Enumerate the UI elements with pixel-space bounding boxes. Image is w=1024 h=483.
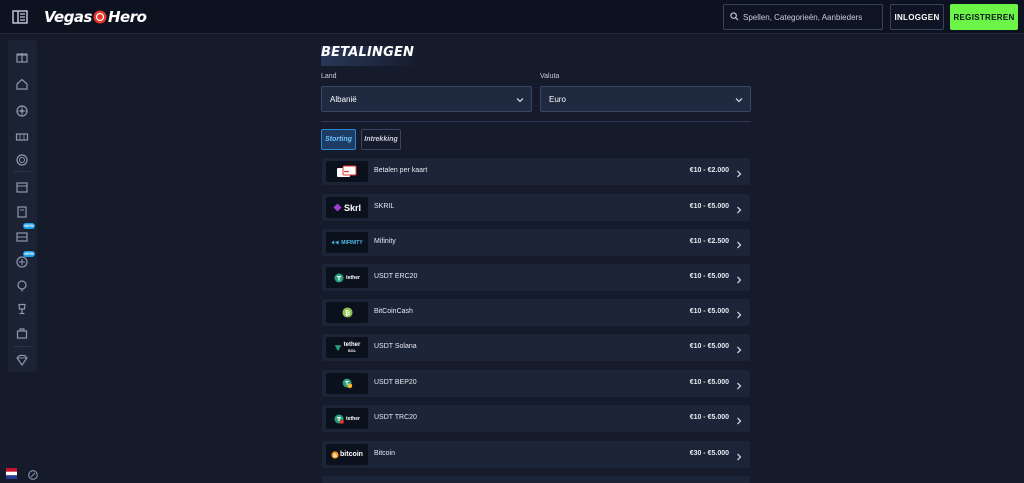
mifinity-logo: MIFINITY [326,232,368,253]
chevron-right-icon [734,307,744,319]
search-input[interactable] [743,12,878,22]
mifinity-wordmark: MIFINITY [341,239,363,246]
cards-icon[interactable] [15,180,29,194]
method-limit: €10 - €5.000 [689,308,729,315]
method-name: BitCoinCash [374,308,413,315]
method-limit: €10 - €2.500 [689,238,729,245]
method-limit: €10 - €5.000 [689,203,729,210]
payment-method-row-partial[interactable] [322,476,750,483]
brand-suffix: Hero [107,8,147,26]
method-limit: €30 - €5.000 [689,450,729,457]
tether-bep20-logo [326,373,368,394]
bitcoin-wordmark: bitcoin [340,451,363,458]
sidebar-divider [14,346,31,347]
payment-method-row[interactable]: USDT BEP20 €10 - €5.000 [322,370,750,397]
currency-value: Euro [549,94,566,104]
top-bar: Vegas Hero INLOGGEN REGISTREREN [0,0,1024,34]
country-label: Land [321,73,337,80]
chevron-down-icon [734,95,744,105]
sol-label: SOL [347,348,357,353]
register-button[interactable]: REGISTREREN [950,4,1018,30]
tether-sol-logo: tether SOL [326,337,368,358]
new-badge: NEW [23,251,35,257]
tether-erc20-logo: tether [326,267,368,288]
method-name: USDT ERC20 [374,273,418,280]
svg-text:₿: ₿ [344,309,349,317]
payment-method-row[interactable]: tether USDT ERC20 €10 - €5.000 [322,264,750,291]
tether-wordmark: tether [346,274,360,281]
tab-withdrawal[interactable]: Intrekking [361,129,401,150]
method-limit: €10 - €5.000 [689,414,729,421]
sidebar-divider [14,171,31,172]
chevron-right-icon [734,378,744,390]
book-icon[interactable] [15,205,29,219]
bitcoincash-logo: ₿ [326,302,368,323]
payment-method-row[interactable]: ₿ bitcoin Bitcoin €30 - €5.000 [322,441,750,468]
home-icon[interactable] [15,77,29,91]
skrill-wordmark: Skrl [343,202,361,213]
chevron-right-icon [734,237,744,249]
trophy-icon[interactable] [15,279,29,293]
new-games-icon[interactable] [15,229,29,243]
method-name: Mifinity [374,238,396,245]
method-name: Betalen per kaart [374,167,428,174]
tab-deposit[interactable]: Storting [321,129,356,150]
search-box[interactable] [723,4,883,30]
diamond-icon[interactable] [15,353,29,367]
chevron-right-icon [734,449,744,461]
section-divider [321,121,751,122]
new-badge: NEW [23,223,35,229]
tether-trc20-logo: tether [326,408,368,429]
chevron-right-icon [734,342,744,354]
method-name: Bitcoin [374,450,396,457]
cup-icon[interactable] [15,302,29,316]
method-name: SKRIL [374,203,395,210]
slots-icon[interactable] [15,130,29,144]
method-name: USDT Solana [374,343,417,350]
store-icon[interactable] [15,326,29,340]
bitcoin-logo: ₿ bitcoin [326,444,368,465]
chevron-right-icon [734,272,744,284]
chevron-right-icon [734,413,744,425]
sidebar: NEW NEW [8,40,37,372]
tether-sol-wordmark: tether SOL [344,342,361,353]
payment-method-row[interactable]: ₿ BitCoinCash €10 - €5.000 [322,299,750,326]
currency-label: Valuta [540,73,560,80]
method-limit: €10 - €5.000 [689,379,729,386]
chip-icon [93,10,107,24]
chat-icon[interactable] [28,467,38,480]
method-name: USDT BEP20 [374,379,417,386]
language-flag-icon[interactable] [6,466,17,479]
login-button[interactable]: INLOGGEN [890,4,944,30]
payment-method-row[interactable]: Skrl SKRIL €10 - €5.000 [322,194,750,221]
chevron-right-icon [734,166,744,178]
method-name: USDT TRC20 [374,414,417,421]
card-payment-icon [326,161,368,182]
menu-icon[interactable] [12,9,28,25]
country-select[interactable]: Albanië [321,86,532,112]
method-limit: €10 - €5.000 [689,273,729,280]
currency-select[interactable]: Euro [540,86,751,112]
new-live-icon[interactable] [15,255,29,269]
roulette-icon[interactable] [15,104,29,118]
search-icon [730,8,739,26]
brand-name: Vegas [44,8,92,26]
page-title: BETALINGEN [321,45,415,60]
payment-method-row[interactable]: Betalen per kaart €10 - €2.000 [322,158,750,185]
payment-method-row[interactable]: MIFINITY Mifinity €10 - €2.500 [322,229,750,256]
payment-method-row[interactable]: tether SOL USDT Solana €10 - €5.000 [322,334,750,361]
method-limit: €10 - €5.000 [689,343,729,350]
live-casino-icon[interactable] [15,153,29,167]
gift-icon[interactable] [15,50,29,64]
skrill-logo: Skrl [326,197,368,218]
country-value: Albanië [330,94,357,104]
payment-method-row[interactable]: tether USDT TRC20 €10 - €5.000 [322,405,750,432]
method-limit: €10 - €2.000 [689,167,729,174]
brand-logo[interactable]: Vegas Hero [44,6,147,28]
chevron-down-icon [515,95,525,105]
tether-wordmark: tether [346,415,360,422]
chevron-right-icon [734,202,744,214]
